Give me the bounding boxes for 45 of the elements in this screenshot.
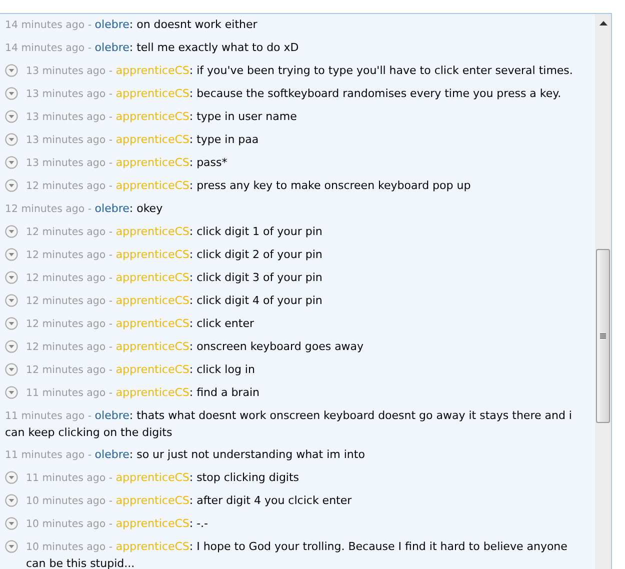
collapse-icon[interactable] [5,156,18,169]
chat-message: 12 minutes ago - olebre: okey [5,201,164,217]
collapse-icon[interactable] [5,363,18,376]
chat-message: 11 minutes ago - apprenticeCS: find a brain [26,385,260,401]
chat-message: 12 minutes ago - apprenticeCS: press any key to make onscreen keyboard pop up [26,178,472,194]
chat-message: 12 minutes ago - apprenticeCS: click digit 4 of your pin [26,293,324,309]
collapse-icon[interactable] [5,471,18,484]
chat-message: 12 minutes ago - apprenticeCS: onscreen keyboard goes away [26,339,365,355]
grip-icon [600,332,606,340]
chat-message: 12 minutes ago - apprenticeCS: click log in [26,362,256,378]
chat-message: 13 minutes ago - apprenticeCS: if you've been trying to type you'll have to click enter several times. [26,63,574,79]
collapse-icon[interactable] [5,517,18,530]
chat-message: 10 minutes ago - apprenticeCS: -.- [26,516,210,532]
chat-message: 13 minutes ago - apprenticeCS: pass* [26,155,228,171]
collapse-icon[interactable] [5,179,18,192]
collapse-icon[interactable] [5,225,18,238]
chat-message: 10 minutes ago - apprenticeCS: I hope to God your trolling. Because I find it hard to believe anyone can be this stupid... [26,539,568,569]
chat-message: 11 minutes ago - olebre: so ur just not understanding what im into [5,447,366,463]
collapse-icon[interactable] [5,64,18,77]
scrollbar[interactable] [595,14,611,569]
chat-message: 11 minutes ago - apprenticeCS: stop clicking digits [26,470,300,486]
collapse-icon[interactable] [5,248,18,261]
scroll-up-icon[interactable] [598,20,608,26]
chat-message: 12 minutes ago - apprenticeCS: click digit 2 of your pin [26,247,324,263]
chat-message: 11 minutes ago - olebre: thats what doesnt work onscreen keyboard doesnt go away it stays there and i can keep clicking on the digits [5,408,573,441]
scrollbar-thumb[interactable] [596,249,610,423]
chat-message: 10 minutes ago - apprenticeCS: after digit 4 you clcick enter [26,493,353,509]
collapse-icon[interactable] [5,317,18,330]
chat-message: 13 minutes ago - apprenticeCS: type in paa [26,132,260,148]
collapse-icon[interactable] [5,540,18,553]
chat-message: 13 minutes ago - apprenticeCS: type in user name [26,109,298,125]
collapse-icon[interactable] [5,133,18,146]
chat-message: 12 minutes ago - apprenticeCS: click digit 1 of your pin [26,224,324,240]
chat-message: 12 minutes ago - apprenticeCS: click digit 3 of your pin [26,270,324,286]
chat-message: 14 minutes ago - olebre: tell me exactly what to do xD [5,40,300,56]
chat-message: 14 minutes ago - olebre: on doesnt work either [5,17,258,33]
collapse-icon[interactable] [5,271,18,284]
collapse-icon[interactable] [5,87,18,100]
collapse-icon[interactable] [5,110,18,123]
chat-message: 12 minutes ago - apprenticeCS: click enter [26,316,255,332]
chat-message: 13 minutes ago - apprenticeCS: because the softkeyboard randomises every time you press a key. [26,86,562,102]
collapse-icon[interactable] [5,494,18,507]
collapse-icon[interactable] [5,386,18,399]
collapse-icon[interactable] [5,340,18,353]
collapse-icon[interactable] [5,294,18,307]
